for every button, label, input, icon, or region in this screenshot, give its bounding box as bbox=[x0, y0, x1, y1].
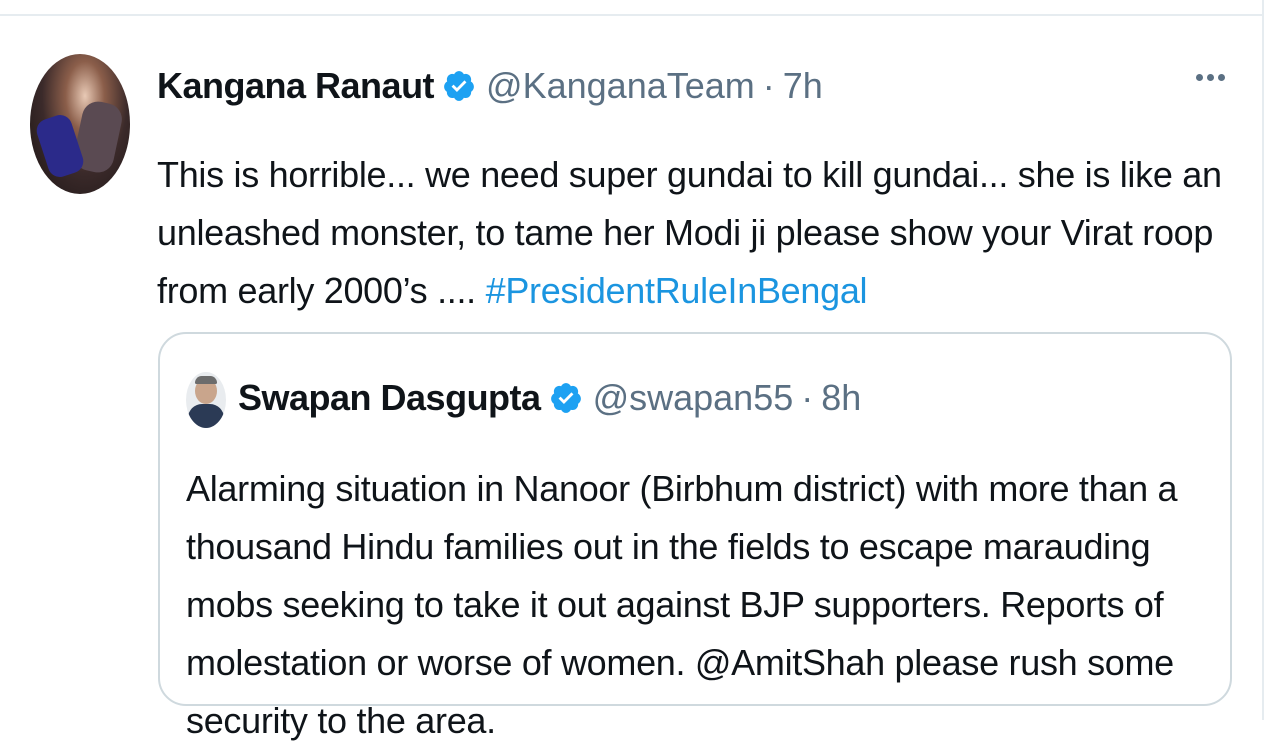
quoted-tweet-text: Alarming situation in Nanoor (Birbhum di… bbox=[186, 468, 1178, 741]
tweet-text: This is horrible... we need super gundai… bbox=[157, 146, 1227, 320]
tweet[interactable]: Kangana Ranaut @KanganaTeam · 7h This is… bbox=[0, 16, 1262, 741]
avatar-detail bbox=[33, 111, 87, 181]
author-avatar[interactable] bbox=[30, 54, 130, 194]
quoted-author-handle[interactable]: @swapan55 bbox=[593, 377, 794, 419]
quoted-author-avatar[interactable] bbox=[186, 372, 226, 428]
quoted-tweet-header: Swapan Dasgupta @swapan55 · 8h bbox=[238, 376, 861, 420]
more-options-icon[interactable] bbox=[1196, 74, 1225, 81]
avatar-detail bbox=[188, 404, 224, 428]
more-dot bbox=[1207, 74, 1214, 81]
tweet-timestamp[interactable]: 7h bbox=[783, 65, 823, 107]
quoted-tweet-timestamp[interactable]: 8h bbox=[821, 377, 861, 419]
avatar-detail bbox=[195, 376, 217, 384]
quoted-author-name[interactable]: Swapan Dasgupta bbox=[238, 377, 541, 419]
author-handle[interactable]: @KanganaTeam bbox=[486, 65, 755, 107]
separator-dot: · bbox=[801, 377, 814, 418]
tweet-header: Kangana Ranaut @KanganaTeam · 7h bbox=[157, 64, 823, 108]
more-dot bbox=[1196, 74, 1203, 81]
quoted-tweet[interactable]: Swapan Dasgupta @swapan55 · 8h Alarming … bbox=[158, 332, 1232, 741]
hashtag-link[interactable]: #PresidentRuleInBengal bbox=[486, 270, 868, 311]
separator-dot: · bbox=[762, 65, 775, 106]
more-dot bbox=[1218, 74, 1225, 81]
right-divider bbox=[1262, 0, 1264, 720]
verified-badge-icon bbox=[550, 383, 581, 413]
verified-badge-icon bbox=[444, 71, 474, 101]
author-name[interactable]: Kangana Ranaut bbox=[157, 65, 435, 107]
